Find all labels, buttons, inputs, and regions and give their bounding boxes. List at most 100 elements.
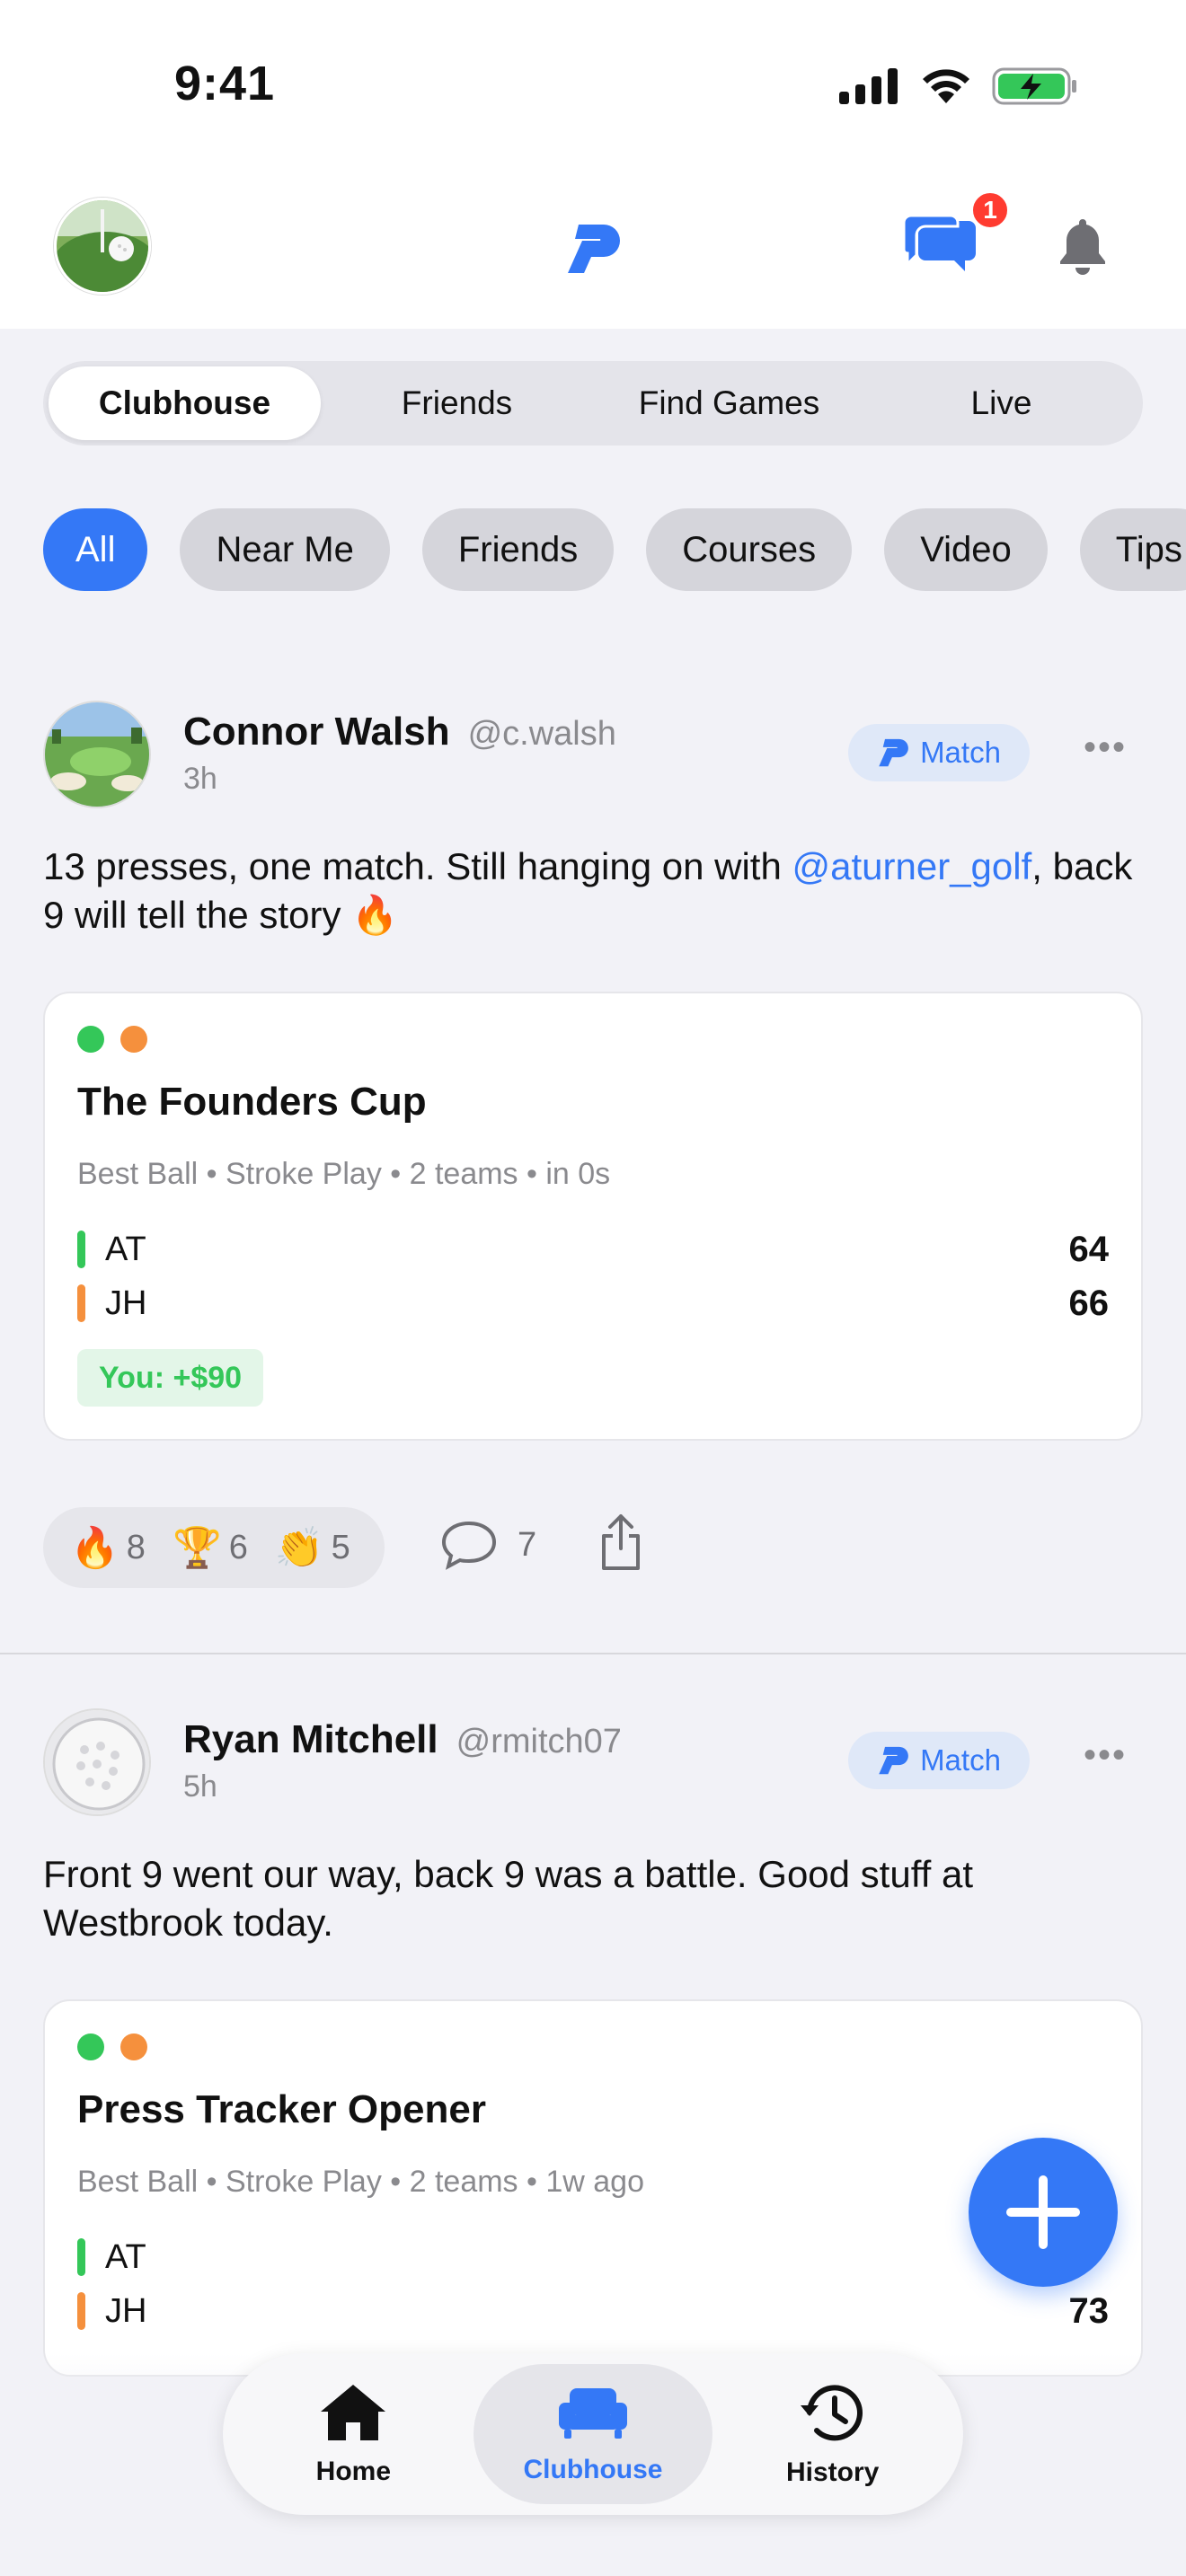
team-row: AT 64 (77, 1227, 1109, 1272)
more-options-button[interactable]: ••• (1084, 728, 1127, 768)
match-meta: Best Ball • Stroke Play • 2 teams • in 0… (77, 1157, 611, 1191)
team-name: AT (105, 1230, 146, 1268)
author-handle: @rmitch07 (456, 1723, 622, 1760)
post-time: 3h (183, 762, 217, 796)
post-author[interactable]: Connor Walsh @c.walsh (183, 710, 616, 754)
team-score: 66 (1068, 1283, 1110, 1323)
team-row: JH 66 (77, 1281, 1109, 1326)
messages-button[interactable] (902, 212, 979, 281)
top-header: 9:41 1 (0, 0, 1186, 329)
mention-link[interactable]: @aturner_golf (792, 845, 1031, 887)
team-score: 73 (1068, 2290, 1110, 2331)
battery-charging-icon (992, 67, 1076, 105)
team-dots (77, 1026, 147, 1053)
nav-clubhouse-label: Clubhouse (523, 2455, 663, 2484)
chip-courses[interactable]: Courses (646, 508, 853, 591)
p-logo-icon (879, 1746, 908, 1775)
team-color-bar (77, 1284, 85, 1322)
app-logo (564, 223, 622, 279)
post-divider (0, 1653, 1186, 1654)
match-title: The Founders Cup (77, 1080, 427, 1124)
team-dot (77, 1026, 104, 1053)
match-tag[interactable]: Match (848, 1732, 1030, 1789)
team-score: 64 (1068, 1229, 1110, 1269)
post-text: Front 9 went our way, back 9 was a battl… (43, 1853, 973, 1944)
chip-tips[interactable]: Tips (1079, 508, 1186, 591)
tab-find-games[interactable]: Find Games (593, 366, 865, 440)
team-dot (77, 2033, 104, 2060)
chip-video[interactable]: Video (884, 508, 1048, 591)
winnings-badge: You: +$90 (77, 1349, 264, 1407)
status-time: 9:41 (174, 57, 276, 110)
nav-home[interactable]: Home (234, 2364, 474, 2504)
team-name: AT (105, 2237, 146, 2276)
match-card[interactable]: The Founders Cup Best Ball • Stroke Play… (43, 992, 1143, 1441)
tab-friends[interactable]: Friends (321, 366, 593, 440)
team-name: JH (105, 1284, 147, 1322)
fire-icon: 🔥 (70, 1526, 119, 1570)
team-dots (77, 2033, 147, 2060)
post-author[interactable]: Ryan Mitchell @rmitch07 (183, 1717, 622, 1762)
team-color-bar (77, 2292, 85, 2330)
p-logo-icon (879, 738, 908, 767)
author-name: Connor Walsh (183, 710, 450, 754)
plus-icon (1006, 2175, 1080, 2249)
reaction-count: 8 (126, 1528, 146, 1566)
couch-icon (559, 2388, 627, 2439)
segment-tabs: Clubhouse Friends Find Games Live (43, 361, 1143, 446)
share-icon (602, 1514, 640, 1570)
messages-badge: 1 (970, 190, 1010, 230)
trophy-icon: 🏆 (172, 1526, 222, 1570)
signal-icon (839, 68, 898, 104)
bottom-tab-bar: Home Clubhouse History (223, 2353, 963, 2515)
filter-chips: All Near Me Friends Courses Video Tips (43, 508, 1186, 591)
status-icons (839, 66, 1078, 106)
nav-home-label: Home (315, 2457, 392, 2486)
post-time: 5h (183, 1769, 217, 1804)
more-options-button[interactable]: ••• (1084, 1735, 1127, 1776)
chip-all[interactable]: All (43, 508, 148, 591)
profile-avatar[interactable] (54, 198, 151, 295)
comment-count: 7 (518, 1525, 537, 1564)
match-tag-label: Match (920, 1743, 1001, 1777)
nav-history[interactable]: History (712, 2364, 952, 2504)
post-text-part: 13 presses, one match. Still hanging on … (43, 845, 792, 887)
tab-clubhouse[interactable]: Clubhouse (49, 366, 321, 440)
home-icon (321, 2385, 386, 2440)
nav-history-label: History (786, 2457, 880, 2487)
chat-bubbles-icon (902, 214, 976, 271)
reaction-count: 5 (331, 1528, 350, 1566)
team-color-bar (77, 1231, 85, 1268)
comments-button[interactable]: 7 (440, 1520, 536, 1570)
team-row: AT (77, 2235, 1109, 2280)
tab-live[interactable]: Live (865, 366, 1137, 440)
comment-icon (441, 1521, 497, 1570)
create-post-button[interactable] (969, 2138, 1118, 2287)
reactions-bar[interactable]: 🔥 8 🏆 6 👏 5 (43, 1507, 385, 1588)
team-color-bar (77, 2238, 85, 2276)
post-avatar[interactable] (43, 1708, 151, 1816)
chip-near-me[interactable]: Near Me (180, 508, 390, 591)
share-button[interactable] (598, 1513, 643, 1576)
match-meta: Best Ball • Stroke Play • 2 teams • 1w a… (77, 2165, 644, 2199)
author-name: Ryan Mitchell (183, 1717, 438, 1761)
chip-friends[interactable]: Friends (421, 508, 615, 591)
match-tag-label: Match (920, 736, 1001, 769)
author-handle: @c.walsh (467, 715, 616, 753)
match-title: Press Tracker Opener (77, 2087, 486, 2131)
team-name: JH (105, 2291, 147, 2330)
history-icon (800, 2385, 863, 2441)
reaction-count: 6 (228, 1528, 248, 1566)
post-text: 13 presses, one match. Still hanging on … (43, 842, 1139, 940)
p-logo-icon (568, 225, 620, 273)
match-tag[interactable]: Match (848, 724, 1030, 781)
bell-icon (1060, 219, 1105, 275)
team-row: JH 73 (77, 2289, 1109, 2333)
clap-icon: 👏 (274, 1526, 324, 1570)
notifications-button[interactable] (1055, 216, 1111, 279)
wifi-icon (923, 69, 969, 103)
team-dot (120, 1026, 147, 1053)
team-dot (120, 2033, 147, 2060)
nav-clubhouse[interactable]: Clubhouse (473, 2364, 713, 2504)
post-avatar[interactable] (43, 701, 151, 808)
